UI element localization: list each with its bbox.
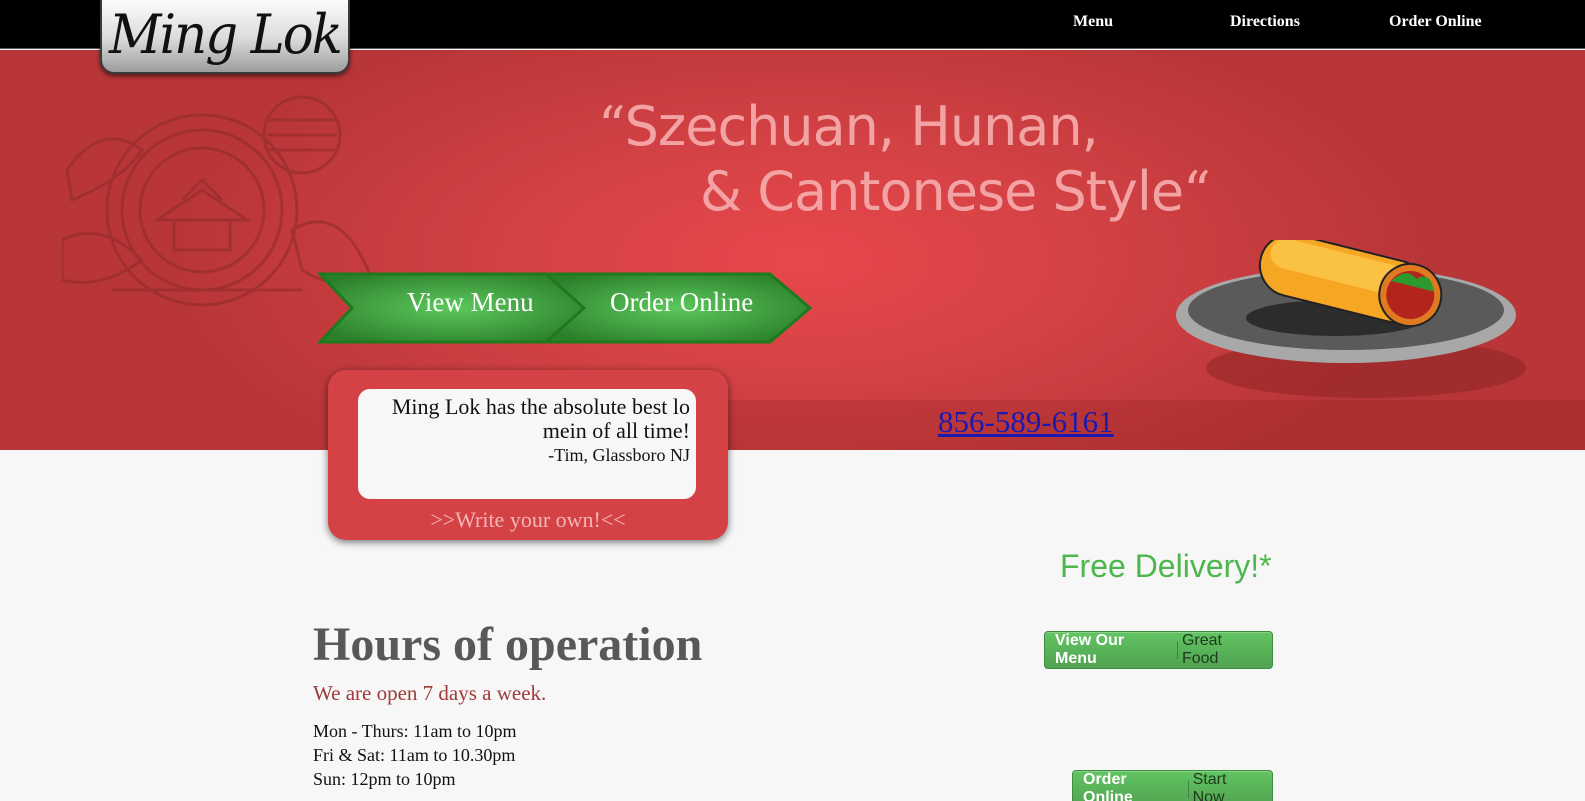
view-our-menu-sublabel: Great Food (1181, 632, 1222, 667)
site-logo[interactable]: Ming Lok (100, 0, 350, 74)
write-review-link[interactable]: >>Write your own!<< (328, 507, 728, 533)
phone-number-link[interactable]: 856-589-6161 (938, 404, 1114, 440)
nav-directions-link[interactable]: Directions (1230, 13, 1300, 31)
order-online-button[interactable]: Order Online Start Now (1072, 770, 1273, 801)
nav-menu-link[interactable]: Menu (1073, 13, 1113, 31)
view-our-menu-label: View Our Menu (1055, 632, 1125, 667)
tagline-open-quote: “ (598, 95, 626, 158)
hours-line-sunday: Sun: 12pm to 10pm (313, 769, 456, 789)
order-online-label: Order Online (1083, 771, 1133, 801)
tagline-line-2-text: & Cantonese Style (700, 160, 1184, 223)
view-menu-arrow-button[interactable]: View Menu (407, 287, 534, 318)
tagline-line-1-text: Szechuan, Hunan, (624, 95, 1099, 158)
nav-order-online-link[interactable]: Order Online (1389, 13, 1482, 31)
testimonial-quote: Ming Lok has the absolute best lo mein o… (391, 394, 690, 443)
testimonial-author: -Tim, Glassboro NJ (548, 445, 690, 465)
testimonial-box: Ming Lok has the absolute best lo mein o… (328, 370, 728, 540)
hours-subtitle: We are open 7 days a week. (313, 681, 547, 705)
order-online-sublabel: Start Now (1192, 771, 1227, 801)
free-delivery-text: Free Delivery!* (1060, 548, 1272, 584)
logo-text: Ming Lok (109, 3, 343, 66)
hero-bottom-strip (720, 400, 1585, 450)
testimonial-card: Ming Lok has the absolute best lo mein o… (358, 389, 696, 499)
hours-title: Hours of operation (313, 618, 703, 671)
button-divider (1187, 780, 1189, 798)
tagline-line-2: & Cantonese Style“ (700, 160, 1211, 223)
tagline-close-quote: “ (1183, 160, 1211, 223)
hero-banner: “Szechuan, Hunan, & Cantonese Style“ 856… (0, 50, 1585, 450)
hours-line-weekday: Mon - Thurs: 11am to 10pm (313, 721, 517, 741)
button-divider (1176, 641, 1178, 659)
egg-roll-plate-image (1176, 240, 1526, 398)
hours-line-fri-sat: Fri & Sat: 11am to 10.30pm (313, 745, 516, 765)
view-our-menu-button[interactable]: View Our Menu Great Food (1044, 631, 1273, 669)
order-online-arrow-button[interactable]: Order Online (610, 287, 753, 318)
tagline-line-1: “Szechuan, Hunan, (598, 95, 1099, 158)
